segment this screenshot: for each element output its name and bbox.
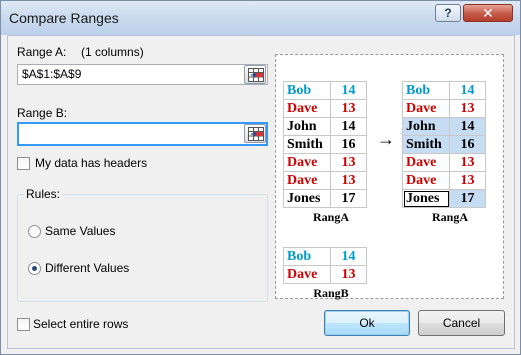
ok-button[interactable]: Ok <box>324 310 410 336</box>
cell-name: John <box>283 117 331 136</box>
range-a-column-count: (1 columns) <box>81 45 144 59</box>
cancel-button[interactable]: Cancel <box>418 310 505 336</box>
different-values-label: Different Values <box>45 261 130 275</box>
preview-range-a-after: Bob 14 Dave 13 John 14 Smith 16 Dave 13 Dave 1… <box>402 81 486 208</box>
cell-value: 13 <box>330 265 367 284</box>
range-b-picker-button[interactable] <box>244 124 266 143</box>
cell-value: 13 <box>330 171 367 190</box>
cell-value: 13 <box>449 99 486 118</box>
cell-name: Dave <box>402 153 450 172</box>
same-values-radio[interactable] <box>28 225 41 238</box>
my-data-has-headers-checkbox[interactable] <box>17 157 30 170</box>
cell-value: 13 <box>330 153 367 172</box>
cell-name-active: Jones <box>402 189 450 208</box>
title-bar[interactable]: Compare Ranges ? ✕ <box>1 1 520 35</box>
preview-range-b: Bob 14 Dave 13 <box>283 247 367 284</box>
range-a-input[interactable]: $A$1:$A$9 <box>17 64 268 85</box>
same-values-label: Same Values <box>45 224 116 238</box>
cell-name-highlighted: John <box>402 117 450 136</box>
cell-name: Dave <box>283 153 331 172</box>
dialog-title: Compare Ranges <box>9 10 119 26</box>
result-preview-panel: Bob 14 Dave 13 John 14 Smith 16 Dave 13 Dave 1… <box>275 54 504 300</box>
cell-value-highlighted: 17 <box>449 189 486 208</box>
cell-name: Bob <box>283 247 331 266</box>
my-data-has-headers-label: My data has headers <box>35 156 148 170</box>
range-select-icon <box>248 68 264 82</box>
cell-value-highlighted: 16 <box>449 135 486 154</box>
close-button[interactable]: ✕ <box>463 4 513 22</box>
compare-ranges-dialog: Compare Ranges ? ✕ Range A: (1 columns) … <box>0 0 521 355</box>
range-b-input[interactable] <box>17 122 268 146</box>
preview-range-a-result-caption: RangA <box>431 210 468 224</box>
rules-group <box>17 194 268 302</box>
preview-range-a-caption: RangA <box>312 210 349 224</box>
cell-value: 14 <box>330 117 367 136</box>
cell-value: 14 <box>330 81 367 100</box>
range-a-label: Range A: <box>17 45 67 59</box>
cell-value: 13 <box>330 99 367 118</box>
arrow-right-icon: → <box>377 129 395 149</box>
select-entire-rows-label: Select entire rows <box>33 317 129 331</box>
cell-name: Dave <box>402 171 450 190</box>
select-entire-rows-checkbox[interactable] <box>17 318 30 331</box>
range-b-label: Range B: <box>17 106 68 120</box>
cell-name-highlighted: Smith <box>402 135 450 154</box>
cell-name: Bob <box>283 81 331 100</box>
help-button[interactable]: ? <box>435 4 461 22</box>
preview-range-a-before: Bob 14 Dave 13 John 14 Smith 16 Dave 13 Dave 1… <box>283 81 367 208</box>
cell-value: 13 <box>449 171 486 190</box>
cell-value: 13 <box>449 153 486 172</box>
cell-name: Dave <box>283 265 331 284</box>
cell-name: Bob <box>402 81 450 100</box>
cell-name: Smith <box>283 135 331 154</box>
cell-name: Dave <box>283 99 331 118</box>
cell-value: 14 <box>449 81 486 100</box>
rules-group-title: Rules: <box>24 187 63 201</box>
cell-name: Dave <box>402 99 450 118</box>
range-select-icon <box>248 127 264 141</box>
cell-value-highlighted: 14 <box>449 117 486 136</box>
cell-value: 14 <box>330 247 367 266</box>
different-values-radio[interactable] <box>28 262 41 275</box>
cell-value: 16 <box>330 135 367 154</box>
cell-value: 17 <box>330 189 367 208</box>
preview-range-b-caption: RangB <box>313 286 349 300</box>
range-a-picker-button[interactable] <box>244 65 266 84</box>
cell-name: Jones <box>283 189 331 208</box>
cell-name: Dave <box>283 171 331 190</box>
dialog-body: Range A: (1 columns) $A$1:$A$9 Range B: <box>7 35 515 349</box>
